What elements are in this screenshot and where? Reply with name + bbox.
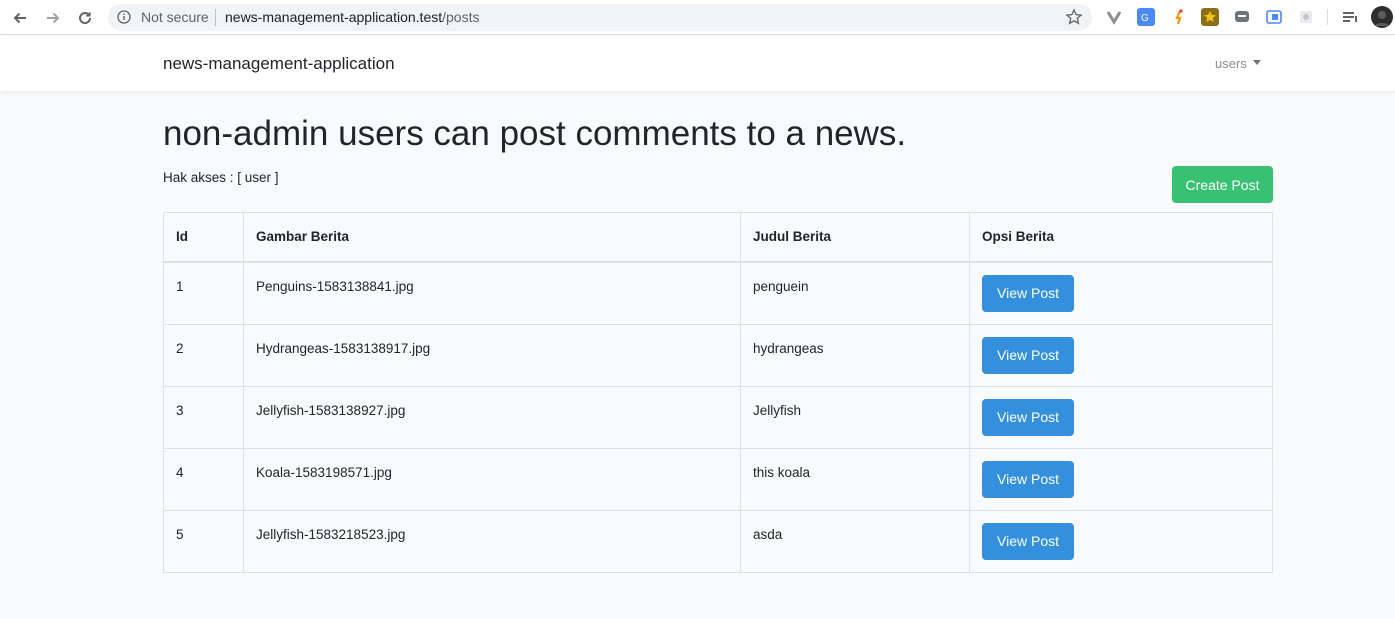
cell-title: asda [740,509,970,573]
table-row: 5 Jellyfish-1583218523.jpg asda View Pos… [163,509,1273,573]
view-post-button[interactable]: View Post [982,336,1074,374]
puzzle-extension-icon[interactable] [1297,8,1315,26]
reload-icon[interactable] [72,5,98,31]
cell-title: this koala [740,447,970,511]
forward-icon[interactable] [40,5,66,31]
users-dropdown[interactable]: users [1215,56,1261,71]
info-icon[interactable] [117,10,131,29]
cell-options: View Post [969,447,1273,511]
runner-extension-icon[interactable] [1170,8,1188,26]
cell-title: Jellyfish [740,385,970,449]
tab-extension-icon[interactable] [1265,8,1283,26]
profile-avatar[interactable] [1371,6,1393,28]
browser-toolbar: Not secure news-management-application.t… [0,0,1395,35]
url-host: news-management-application.test [225,9,443,25]
menu-icon[interactable] [1341,8,1359,26]
table-row: 4 Koala-1583198571.jpg this koala View P… [163,447,1273,511]
access-level-text: Hak akses : [ user ] [163,170,279,185]
cell-options: View Post [969,323,1273,387]
create-post-button[interactable]: Create Post [1172,166,1273,203]
cell-title: hydrangeas [740,323,970,387]
url-text[interactable]: news-management-application.test/posts [225,9,479,25]
vivaldi-extension-icon[interactable] [1105,8,1123,26]
cell-image: Hydrangeas-1583138917.jpg [243,323,741,387]
cell-id: 4 [163,447,244,511]
cell-image: Jellyfish-1583138927.jpg [243,385,741,449]
cell-id: 2 [163,323,244,387]
omnibox-divider [215,9,216,26]
table-row: 2 Hydrangeas-1583138917.jpg hydrangeas V… [163,323,1273,387]
users-dropdown-label: users [1215,56,1247,71]
security-label: Not secure [141,9,209,25]
translate-extension-icon[interactable]: G [1137,8,1155,26]
back-icon[interactable] [7,5,33,31]
view-post-button[interactable]: View Post [982,398,1074,436]
caret-down-icon [1252,60,1261,65]
view-post-button[interactable]: View Post [982,522,1074,560]
column-header-image: Gambar Berita [243,212,741,263]
cell-id: 5 [163,509,244,573]
app-navbar: news-management-application users [0,36,1395,91]
chat-extension-icon[interactable] [1233,8,1251,26]
cell-options: View Post [969,385,1273,449]
toolbar-divider [1327,9,1328,25]
star-extension-icon[interactable] [1201,8,1219,26]
cell-image: Penguins-1583138841.jpg [243,261,741,325]
address-bar[interactable]: Not secure news-management-application.t… [108,4,1092,31]
column-header-title: Judul Berita [740,212,970,263]
view-post-button[interactable]: View Post [982,460,1074,498]
svg-text:G: G [1141,13,1149,24]
cell-options: View Post [969,509,1273,573]
table-row: 1 Penguins-1583138841.jpg penguein View … [163,261,1273,325]
cell-image: Jellyfish-1583218523.jpg [243,509,741,573]
column-header-options: Opsi Berita [969,212,1273,263]
column-header-id: Id [163,212,244,263]
table-row: 3 Jellyfish-1583138927.jpg Jellyfish Vie… [163,385,1273,449]
url-path: /posts [442,9,480,25]
brand-link[interactable]: news-management-application [163,54,395,74]
cell-image: Koala-1583198571.jpg [243,447,741,511]
cell-options: View Post [969,261,1273,325]
cell-id: 3 [163,385,244,449]
posts-table: Id Gambar Berita Judul Berita Opsi Berit… [163,212,1273,573]
bookmark-star-icon[interactable] [1065,8,1083,31]
page-title: non-admin users can post comments to a n… [163,114,907,153]
view-post-button[interactable]: View Post [982,274,1074,312]
table-header-row: Id Gambar Berita Judul Berita Opsi Berit… [163,212,1273,263]
cell-title: penguein [740,261,970,325]
cell-id: 1 [163,261,244,325]
